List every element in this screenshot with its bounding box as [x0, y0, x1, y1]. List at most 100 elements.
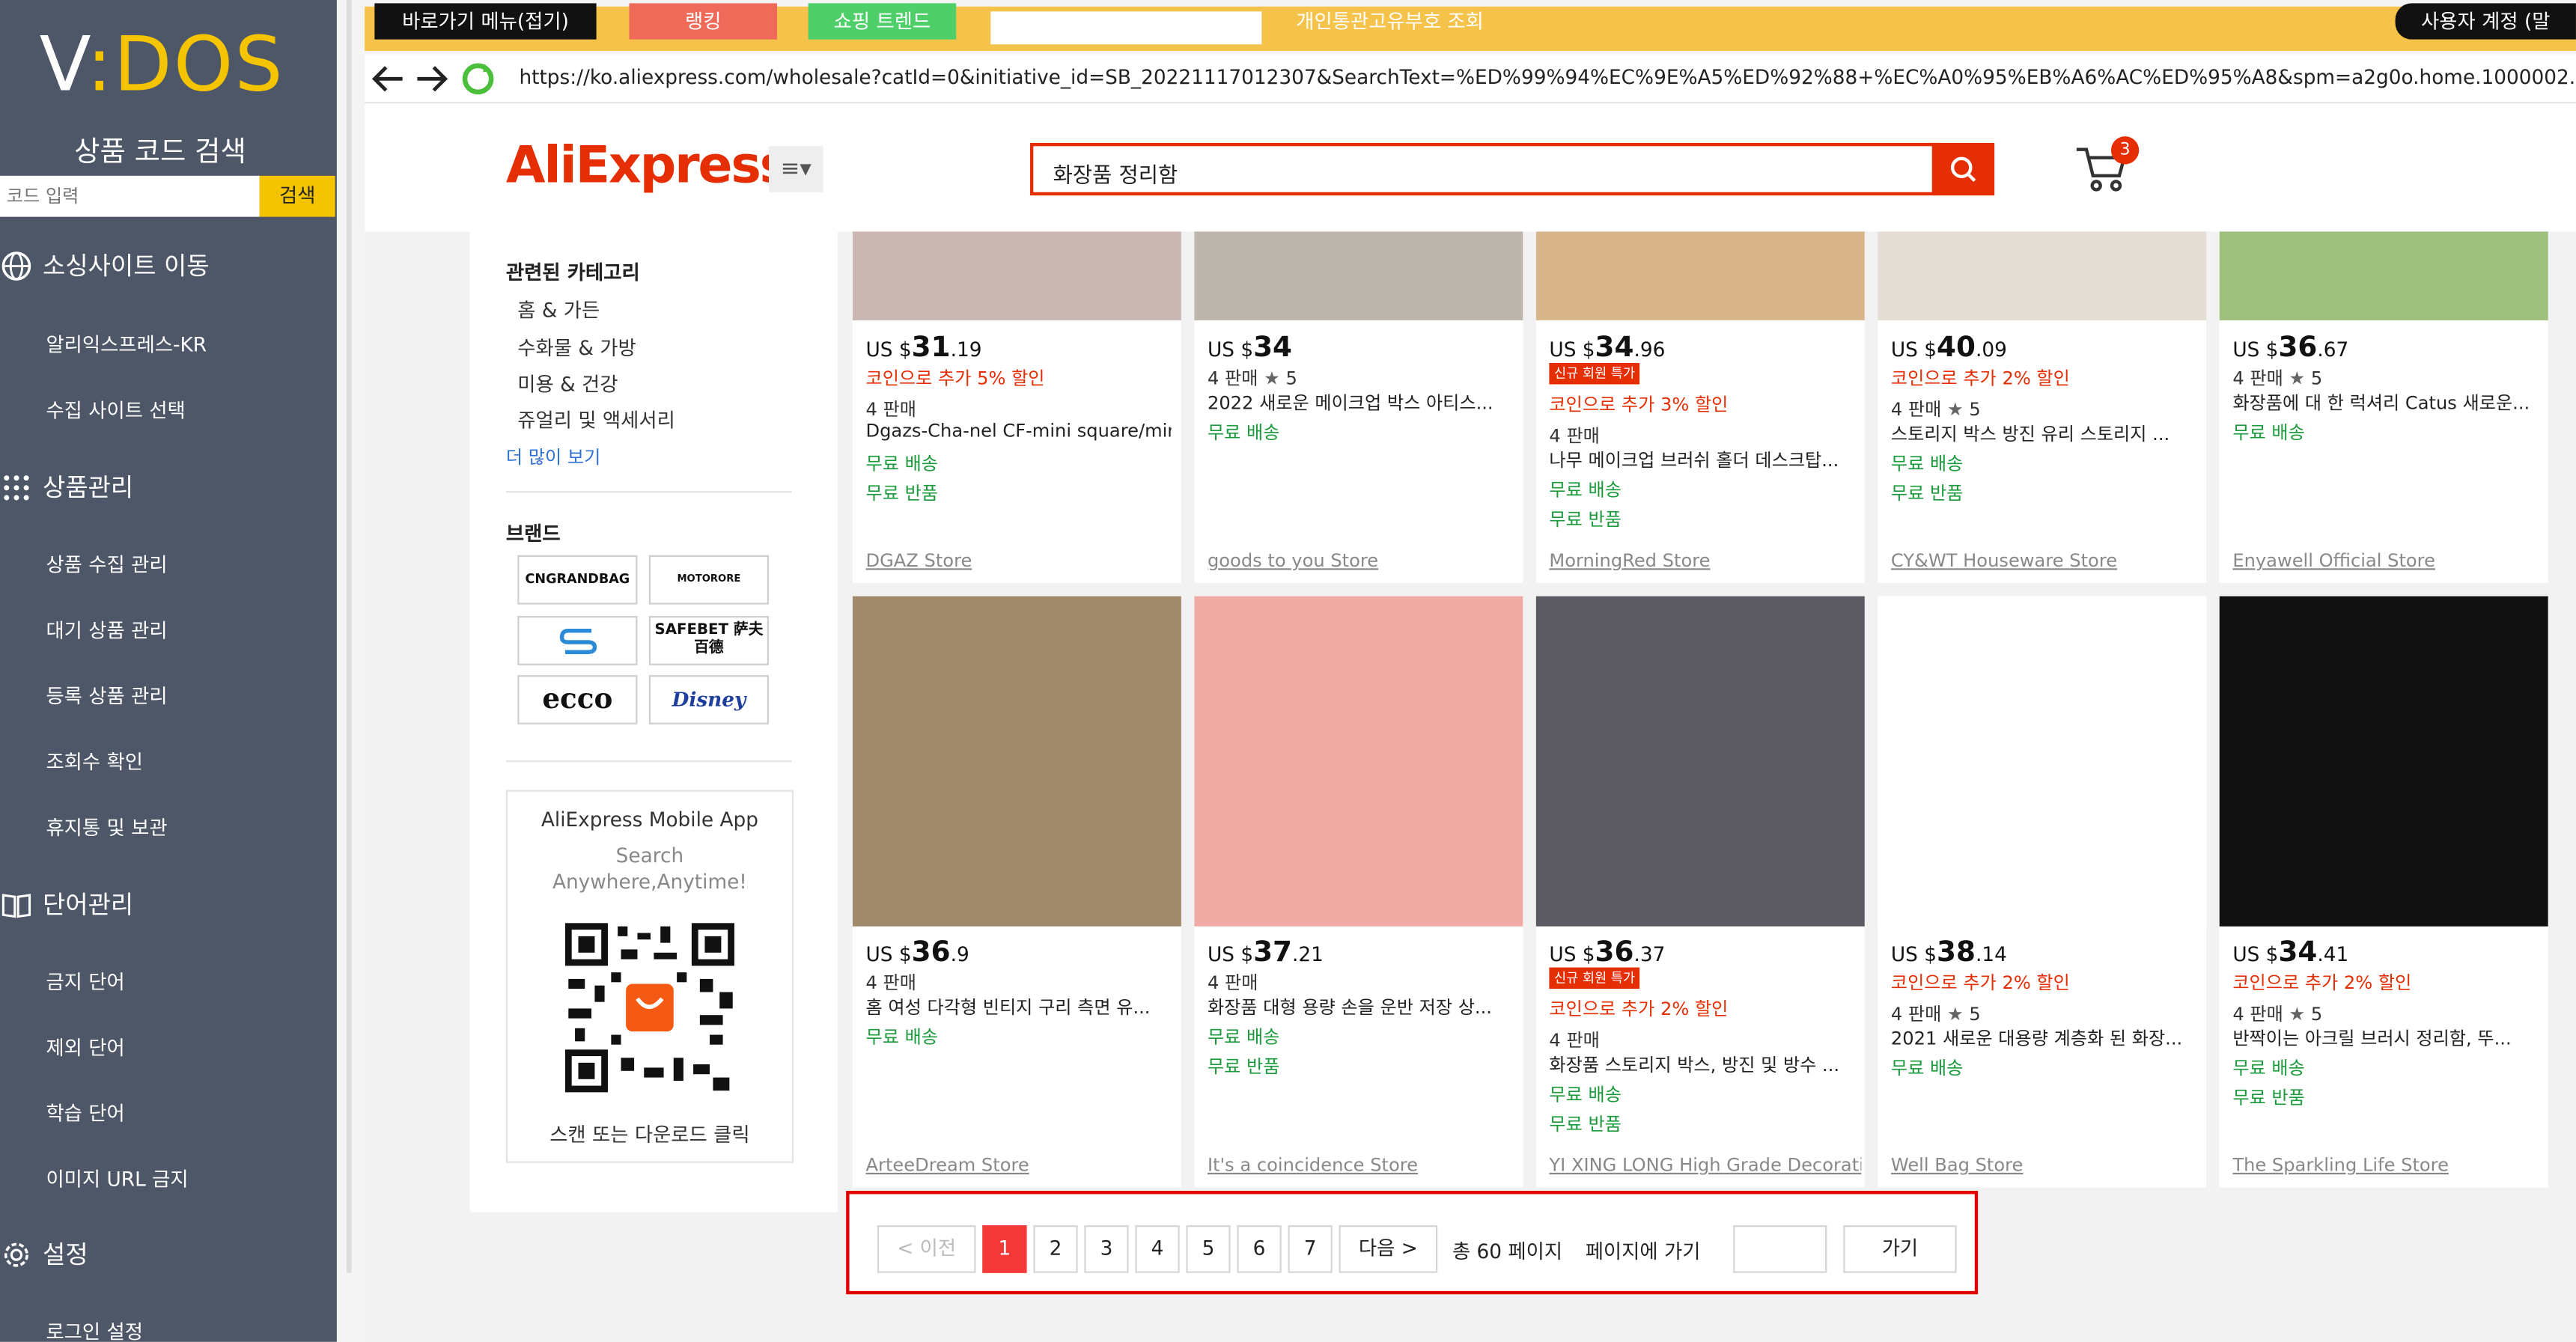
product-price: US $34.41	[2232, 936, 2349, 969]
brand-ecco[interactable]: ecco	[517, 674, 638, 725]
sidebar-item-learned-words[interactable]: 학습 단어	[46, 1099, 124, 1126]
sidebar-item-registered[interactable]: 등록 상품 관리	[46, 682, 167, 710]
product-title[interactable]: 스토리지 박스 방진 유리 스토리지 ...	[1891, 421, 2196, 447]
app-sidebar: V:DOS 상품 코드 검색 검색 소싱사이트 이동 알리익스프레스-KR 수집…	[0, 0, 337, 1342]
sidebar-item-views[interactable]: 조회수 확인	[46, 747, 143, 775]
product-title[interactable]: 나무 메이크업 브러쉬 홀더 데스크탑...	[1549, 447, 1854, 473]
search-button[interactable]	[1933, 142, 1995, 196]
category-jewelry[interactable]: 쥬얼리 및 액세서리	[517, 406, 675, 433]
sold-count: 4 판매	[1549, 425, 1600, 447]
product-image[interactable]	[1194, 231, 1523, 320]
category-home-garden[interactable]: 홈 & 가든	[517, 296, 600, 323]
account-button[interactable]: 사용자 계정 (말	[2395, 3, 2576, 40]
section-product-management[interactable]: 상품관리	[0, 470, 133, 504]
sidebar-item-login-settings[interactable]: 로그인 설정	[46, 1317, 143, 1342]
section-settings[interactable]: 설정	[0, 1236, 88, 1271]
page-1-button[interactable]: 1	[982, 1225, 1027, 1273]
qr-code-icon[interactable]	[561, 919, 738, 1096]
sidebar-scrollbar[interactable]	[347, 0, 352, 1273]
store-link[interactable]: Enyawell Official Store	[2232, 550, 2545, 572]
aliexpress-logo[interactable]: AliExpress	[506, 136, 790, 195]
store-link[interactable]: ArteeDream Store	[866, 1155, 1178, 1177]
search-input[interactable]: 화장품 정리함	[1029, 142, 1936, 196]
category-beauty-health[interactable]: 미용 & 건강	[517, 370, 618, 397]
product-code-input[interactable]	[0, 175, 260, 217]
shipping-label: 무료 배송	[865, 453, 939, 475]
product-title[interactable]: 반짝이는 아크릴 브러시 정리함, 뚜...	[2232, 1025, 2538, 1051]
product-image[interactable]	[1535, 231, 1865, 320]
page-5-button[interactable]: 5	[1186, 1225, 1231, 1273]
go-button[interactable]: 가기	[1843, 1225, 1957, 1273]
app-cta[interactable]: 스캔 또는 다운로드 클릭	[506, 1120, 794, 1148]
prev-page-button[interactable]: < 이전	[877, 1225, 976, 1273]
section-word-management[interactable]: 단어관리	[0, 887, 133, 921]
brand-disney[interactable]: Disney	[648, 674, 770, 725]
section-sourcing[interactable]: 소싱사이트 이동	[0, 248, 210, 282]
sidebar-item-image-url-ban[interactable]: 이미지 URL 금지	[46, 1165, 188, 1192]
new-member-badge: 신규 회원 특가	[1549, 967, 1640, 989]
app-search-text: Search	[615, 844, 684, 867]
product-image[interactable]	[1194, 596, 1523, 927]
sold-count: 4 판매 ★ 5	[1207, 367, 1297, 390]
refresh-icon[interactable]	[460, 61, 496, 97]
category-luggage-bags[interactable]: 수화물 & 가방	[517, 333, 636, 361]
ranking-button[interactable]: 랭킹	[629, 3, 777, 40]
page-4-button[interactable]: 4	[1135, 1225, 1180, 1273]
sold-count: 4 판매	[865, 972, 916, 994]
brand-motorore[interactable]: MOTORORE	[648, 555, 770, 605]
store-link[interactable]: It's a coincidence Store	[1208, 1155, 1520, 1177]
page-3-button[interactable]: 3	[1084, 1225, 1129, 1273]
product-title[interactable]: 화장품에 대 한 럭셔리 Catus 새로운...	[2232, 389, 2538, 415]
brand-safebet[interactable]: SAFEBET 萨夫百德	[648, 615, 770, 665]
quick-menu-button[interactable]: 바로가기 메뉴(접기)	[374, 3, 597, 40]
code-search-button[interactable]: 검색	[259, 175, 335, 217]
product-title[interactable]: 화장품 스토리지 박스, 방진 및 방수 ...	[1549, 1051, 1854, 1077]
next-page-button[interactable]: 다음 >	[1339, 1225, 1438, 1273]
product-image[interactable]	[852, 596, 1181, 927]
sold-count: 4 판매 ★ 5	[1890, 399, 1981, 421]
sidebar-item-excluded-words[interactable]: 제외 단어	[46, 1033, 124, 1061]
store-link[interactable]: Well Bag Store	[1891, 1155, 2203, 1177]
sidebar-item-select-site[interactable]: 수집 사이트 선택	[46, 396, 185, 424]
sidebar-item-pending[interactable]: 대기 상품 관리	[46, 616, 167, 644]
shipping-label: 무료 반품	[1549, 509, 1622, 531]
screen: V:DOS 상품 코드 검색 검색 소싱사이트 이동 알리익스프레스-KR 수집…	[0, 0, 2576, 1342]
product-title[interactable]: Dgazs-Cha-nel CF-mini square/min...	[866, 421, 1172, 442]
related-categories-title: 관련된 카테고리	[505, 260, 640, 284]
product-title[interactable]: 2022 새로운 메이크업 박스 아티스...	[1208, 389, 1513, 415]
store-link[interactable]: CY&WT Houseware Store	[1891, 550, 2203, 572]
brand-cngrandbag[interactable]: CNGRANDBAG	[517, 555, 638, 605]
store-link[interactable]: MorningRed Store	[1549, 550, 1861, 572]
product-title[interactable]: 2021 새로운 대용량 계층화 된 화장...	[1891, 1025, 2196, 1051]
sidebar-item-collect[interactable]: 상품 수집 관리	[46, 550, 167, 578]
brand-logo-blue[interactable]	[517, 615, 638, 665]
page-6-button[interactable]: 6	[1237, 1225, 1282, 1273]
sidebar-item-banned-words[interactable]: 금지 단어	[46, 968, 124, 995]
store-link[interactable]: DGAZ Store	[866, 550, 1178, 572]
customs-lookup-link[interactable]: 개인통관고유부호 조회	[1291, 3, 1488, 39]
forward-arrow-icon[interactable]	[414, 62, 450, 95]
product-title[interactable]: 화장품 대형 용량 손을 운반 저장 상...	[1208, 994, 1513, 1020]
product-image[interactable]	[2219, 231, 2548, 320]
url-text[interactable]: https://ko.aliexpress.com/wholesale?catI…	[519, 66, 2576, 89]
customs-input[interactable]	[990, 11, 1262, 45]
store-link[interactable]: The Sparkling Life Store	[2232, 1155, 2545, 1177]
product-image[interactable]	[1878, 596, 2207, 927]
product-image[interactable]	[1535, 596, 1865, 927]
star-icon: ★	[2289, 367, 2306, 390]
store-link[interactable]: goods to you Store	[1208, 550, 1520, 572]
product-image[interactable]	[852, 231, 1181, 320]
more-categories-link[interactable]: 더 많이 보기	[506, 444, 600, 470]
store-link[interactable]: YI XING LONG High Grade Decorati...	[1549, 1155, 1861, 1177]
category-menu-button[interactable]: ≡▾	[769, 146, 823, 192]
shopping-trend-button[interactable]: 쇼핑 트렌드	[808, 3, 957, 40]
back-arrow-icon[interactable]	[370, 62, 406, 95]
product-image[interactable]	[1878, 231, 2207, 320]
page-7-button[interactable]: 7	[1288, 1225, 1333, 1273]
product-title[interactable]: 홈 여성 다각형 빈티지 구리 측면 유...	[866, 994, 1172, 1020]
page-number-input[interactable]	[1733, 1225, 1827, 1273]
product-image[interactable]	[2219, 596, 2548, 927]
sidebar-item-trash[interactable]: 휴지통 및 보관	[46, 813, 167, 841]
page-2-button[interactable]: 2	[1033, 1225, 1078, 1273]
sidebar-item-aliexpress-kr[interactable]: 알리익스프레스-KR	[46, 330, 207, 358]
